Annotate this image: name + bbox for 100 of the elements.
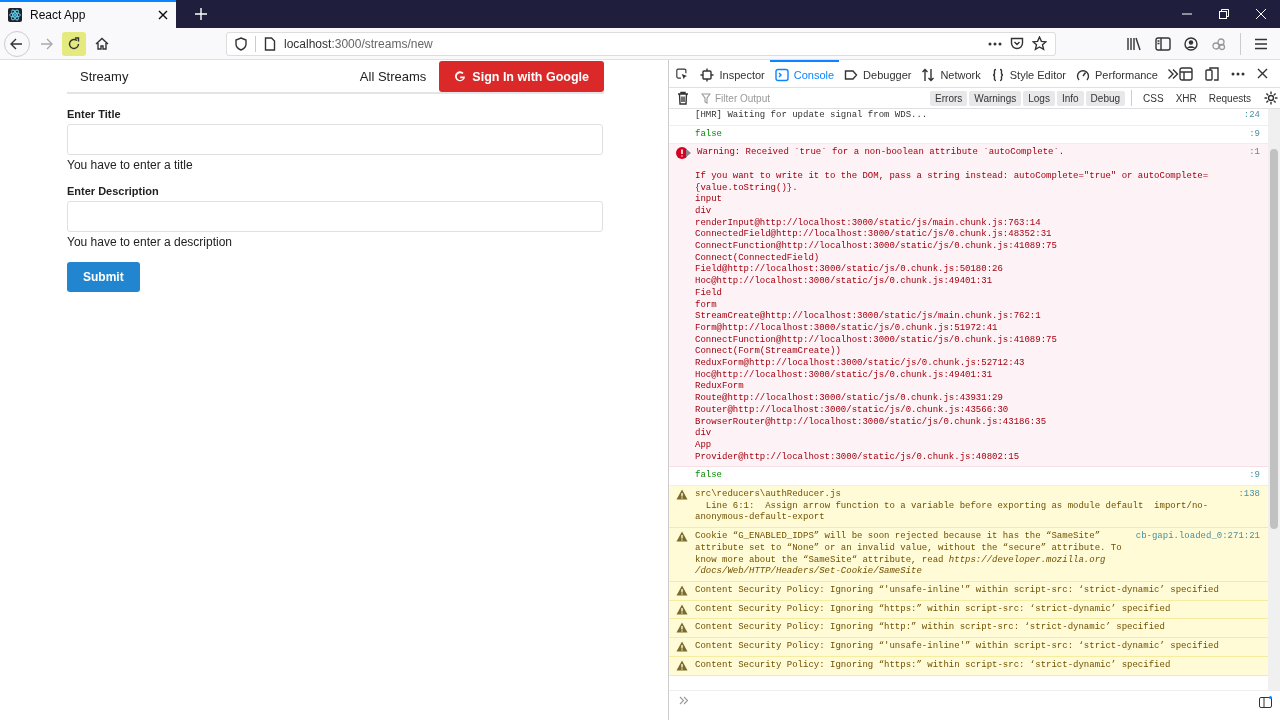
menu-icon[interactable]: [1254, 37, 1268, 50]
stack-line: ReduxForm: [695, 381, 745, 393]
warning-icon: [676, 622, 688, 634]
source-link[interactable]: :9: [1243, 470, 1268, 483]
stack-line: Field: [695, 287, 723, 300]
source-link[interactable]: cb-gapi.loaded_0:271:21: [1129, 531, 1268, 578]
filter-button[interactable]: Requests: [1203, 90, 1256, 106]
message-text: Cookie “G_ENABLED_IDPS” will be soon rejected because it has the “SameSite” attribute set to “None” or an invalid value, without the “secure” attribute. To know more about the “SameSite“ attribute, read https://developer.mozilla.org /docs/Web/HTTP/Headers/Set-Cookie/SameSite: [695, 531, 1123, 578]
filter-button[interactable]: Logs: [1023, 90, 1055, 106]
stack-line: App: [695, 439, 713, 452]
close-icon[interactable]: [1257, 68, 1268, 79]
stack-line: ConnectFunction@http://localhost:3000/static/js/0.chunk.js:41089:75: [695, 334, 1058, 346]
trash-icon[interactable]: [677, 91, 689, 105]
arrows-icon: [921, 67, 936, 82]
warning-icon: [676, 585, 688, 596]
settings-icon[interactable]: [1264, 91, 1278, 105]
message-text: Content Security Policy: Ignoring “'unsafe-inline'” within script-src: ‘strict-dynamic’ specified: [695, 641, 1219, 653]
address-bar[interactable]: localhost:3000/streams/new: [226, 31, 1056, 56]
star-icon[interactable]: [1032, 36, 1047, 51]
filter-button[interactable]: Info: [1056, 90, 1084, 106]
source-link[interactable]: :1: [1243, 147, 1268, 464]
tag-icon: [844, 67, 859, 82]
devtools-tab[interactable]: Style Editor: [985, 60, 1071, 87]
field-label: Enter Description: [67, 185, 160, 197]
scrollbar[interactable]: [1268, 109, 1280, 690]
devtools-tab[interactable]: Debugger: [839, 60, 917, 87]
source-link[interactable]: :9: [1243, 128, 1268, 141]
more-icon[interactable]: [988, 41, 1002, 46]
restore-icon[interactable]: [1219, 9, 1229, 19]
page-icon: [264, 36, 276, 51]
stack-line: ReduxForm@http://localhost:3000/static/js/0.chunk.js:52712:43: [695, 358, 1026, 370]
source-link[interactable]: :24: [1237, 110, 1268, 122]
more-icon[interactable]: [1231, 71, 1245, 76]
message-text: Content Security Policy: Ignoring “http:” within script-src: ‘strict-dynamic’ specified: [695, 622, 1165, 635]
stack-line: div: [695, 205, 713, 218]
sidebar-icon[interactable]: [1155, 36, 1171, 51]
reload-button[interactable]: [62, 31, 86, 56]
stack-line: div: [695, 428, 713, 440]
warning-icon: [676, 489, 688, 501]
library-icon[interactable]: [1126, 36, 1142, 51]
field-label: Enter Title: [67, 108, 122, 120]
frame-icon: [700, 67, 715, 82]
message-text: If you want to write it to the DOM, pass a string instead: autoComplete="true" or autoComplete={value.toString()}.: [695, 170, 1210, 194]
gauge-icon: [1076, 67, 1090, 82]
react-icon: [8, 8, 22, 22]
devtools-tab[interactable]: Console: [769, 60, 840, 87]
filter-button[interactable]: Errors: [930, 90, 968, 106]
filter-button[interactable]: Warnings: [969, 90, 1022, 106]
expand-arrow-icon[interactable]: [685, 149, 692, 158]
stack-line: form: [695, 299, 718, 311]
value-text: false: [695, 470, 722, 483]
devtools-tab[interactable]: Network: [916, 60, 986, 87]
message-text: Content Security Policy: Ignoring “https:” within script-src: ‘strict-dynamic’ specified: [695, 603, 1171, 616]
message-text: src\reducers\authReducer.js: [695, 489, 841, 501]
message-text: Content Security Policy: Ignoring “'unsafe-inline'” within script-src: ‘strict-dynamic’ specified: [695, 585, 1219, 597]
devtools-tab[interactable]: Inspector: [695, 60, 770, 87]
warning-icon: [676, 659, 688, 671]
filter-button[interactable]: Debug: [1085, 90, 1126, 106]
chevrons-icon[interactable]: [1167, 67, 1179, 80]
input-field[interactable]: [67, 201, 603, 232]
stack-line: Provider@http://localhost:3000/static/js/0.chunk.js:40802:15: [695, 451, 1021, 464]
warning-icon: [676, 531, 688, 543]
console-icon: [774, 67, 789, 82]
stack-line: Router@http://localhost:3000/static/js/0.chunk.js:43566:30: [695, 404, 1010, 417]
stack-line: Route@http://localhost:3000/static/js/0.chunk.js:43931:29: [695, 393, 1004, 405]
devtools-tab[interactable]: Performance: [1071, 60, 1163, 87]
value-text: false: [695, 128, 722, 141]
plus-icon[interactable]: [195, 8, 207, 20]
stack-line: ConnectedField@http://localhost:3000/static/js/0.chunk.js:48352:31: [695, 229, 1053, 241]
url-text[interactable]: localhost:3000/streams/new: [284, 36, 433, 51]
stack-line: StreamCreate@http://localhost:3000/static/js/main.chunk.js:762:1: [695, 311, 1042, 323]
source-link[interactable]: :138: [1232, 489, 1268, 525]
layout-icon[interactable]: [1179, 66, 1193, 81]
filter-button[interactable]: XHR: [1170, 90, 1202, 106]
nav-link[interactable]: All Streams: [359, 68, 427, 84]
shield-icon: [235, 36, 247, 51]
tab-title: React App: [30, 8, 87, 22]
browser-tab[interactable]: React App: [0, 0, 176, 28]
account-icon[interactable]: [1184, 36, 1198, 51]
brand-link[interactable]: Streamy: [67, 68, 129, 84]
filter-button[interactable]: CSS: [1138, 90, 1169, 106]
stack-line: Connect(ConnectedField): [695, 252, 821, 264]
stack-line: renderInput@http://localhost:3000/static/js/main.chunk.js:763:14: [695, 217, 1042, 229]
input-field[interactable]: [67, 124, 603, 155]
stack-line: input: [695, 194, 723, 206]
stack-line: BrowserRouter@http://localhost:3000/static/js/0.chunk.js:43186:35: [695, 416, 1048, 428]
picker-icon[interactable]: [676, 66, 688, 81]
close-icon[interactable]: [158, 10, 168, 20]
submit-button[interactable]: Submit: [67, 262, 140, 292]
pocket-icon[interactable]: [1010, 37, 1024, 50]
google-icon: [454, 70, 467, 83]
split-icon[interactable]: [1259, 696, 1272, 708]
stack-line: ConnectFunction@http://localhost:3000/static/js/0.chunk.js:41089:75: [695, 241, 1058, 253]
message-text: Content Security Policy: Ignoring “https:” within script-src: ‘strict-dynamic’ specified: [695, 659, 1171, 672]
sign-in-button[interactable]: Sign In with Google: [439, 61, 604, 92]
responsive-icon[interactable]: [1205, 66, 1219, 81]
message-text: Warning: Received `true` for a non-boolean attribute `autoComplete`.: [697, 147, 1065, 160]
stack-line: Connect(Form(StreamCreate)): [695, 346, 842, 358]
sync-icon[interactable]: [1211, 36, 1227, 51]
scrollbar-thumb[interactable]: [1270, 149, 1278, 529]
